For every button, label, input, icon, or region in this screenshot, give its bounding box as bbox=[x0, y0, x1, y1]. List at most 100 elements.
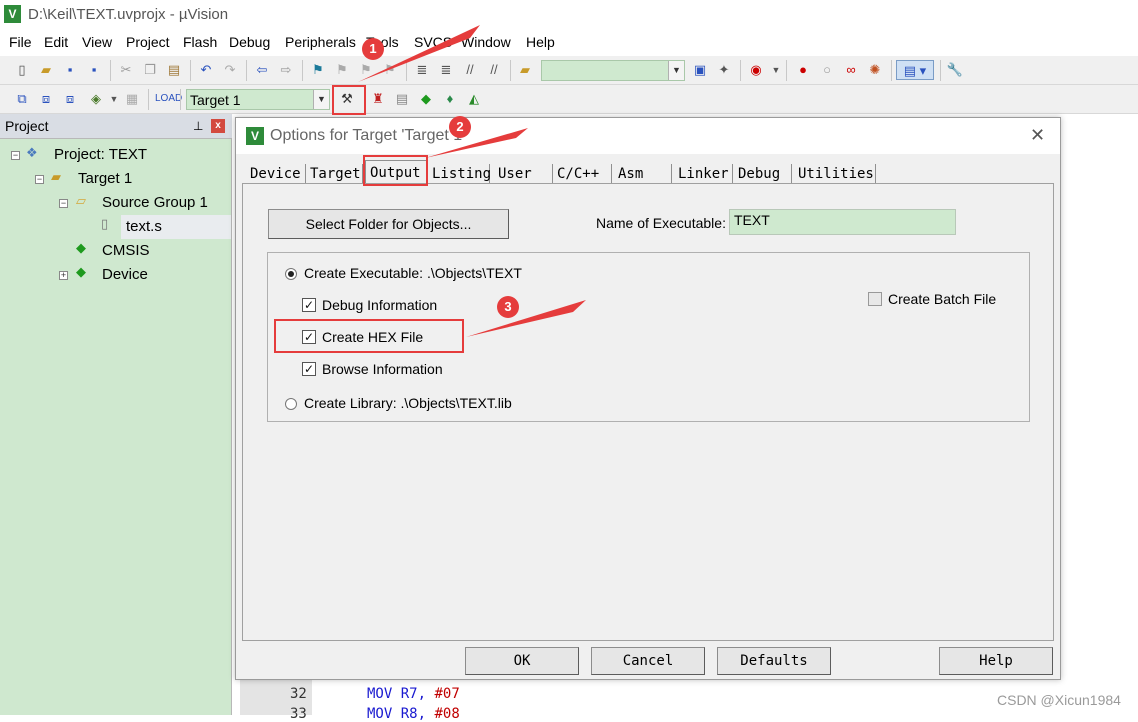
select-packs-icon[interactable]: ◆ bbox=[416, 89, 436, 109]
chevron-down-icon[interactable]: ▼ bbox=[104, 89, 124, 109]
tab-device[interactable]: Device bbox=[246, 164, 306, 184]
executable-name-input[interactable]: TEXT bbox=[729, 209, 956, 235]
find-combo[interactable]: ▼ bbox=[541, 60, 685, 81]
tab-cpp[interactable]: C/C++ bbox=[553, 164, 612, 184]
unindent-icon[interactable]: ≣ bbox=[436, 60, 456, 80]
copy-icon[interactable]: ❐ bbox=[140, 60, 160, 80]
create-executable-radio[interactable] bbox=[285, 268, 297, 280]
save-all-icon[interactable]: ▪ bbox=[84, 60, 104, 80]
view-windows-icon[interactable]: ▤ ▾ bbox=[896, 60, 934, 80]
bookmark-icon[interactable]: ⚑ bbox=[308, 60, 328, 80]
defaults-button[interactable]: Defaults bbox=[717, 647, 831, 675]
tab-user[interactable]: User bbox=[494, 164, 553, 184]
chevron-down-icon[interactable]: ▼ bbox=[313, 90, 329, 109]
tree-collapse-icon[interactable]: − bbox=[11, 151, 20, 160]
breakpoint-icon[interactable]: ● bbox=[793, 60, 813, 80]
breakpoint-disable-all-icon[interactable]: ∞ bbox=[841, 60, 861, 80]
target-select[interactable]: Target 1 ▼ bbox=[186, 89, 330, 110]
pin-icon[interactable]: ⊥ bbox=[193, 119, 203, 133]
undo-icon[interactable]: ↶ bbox=[196, 60, 216, 80]
batch-build-icon[interactable]: ◈ bbox=[86, 89, 106, 109]
create-batch-file-checkbox[interactable] bbox=[868, 292, 882, 306]
download-icon[interactable]: LOAD bbox=[155, 89, 182, 109]
menu-help[interactable]: Help bbox=[526, 34, 555, 50]
tab-linker[interactable]: Linker bbox=[674, 164, 733, 184]
tree-item-source-group[interactable]: Source Group 1 bbox=[102, 192, 208, 214]
manage-components-icon[interactable]: ♜ bbox=[368, 89, 388, 109]
tab-asm[interactable]: Asm bbox=[614, 164, 672, 184]
redo-icon[interactable]: ↷ bbox=[220, 60, 240, 80]
menu-debug[interactable]: Debug bbox=[229, 34, 270, 50]
tree-collapse-icon[interactable]: − bbox=[59, 199, 68, 208]
tree-collapse-icon[interactable]: − bbox=[35, 175, 44, 184]
tree-item-project[interactable]: Project: TEXT bbox=[54, 144, 147, 166]
pack-installer-icon[interactable]: ♦ bbox=[440, 89, 460, 109]
bookmark-prev-icon[interactable]: ⚑ bbox=[332, 60, 352, 80]
debug-information-checkbox[interactable]: ✓ bbox=[302, 298, 316, 312]
cut-icon[interactable]: ✂ bbox=[116, 60, 136, 80]
breakpoint-kill-icon[interactable]: ✺ bbox=[865, 60, 885, 80]
tree-item-file[interactable]: text.s bbox=[126, 216, 162, 238]
menu-view[interactable]: View bbox=[82, 34, 112, 50]
menu-project[interactable]: Project bbox=[126, 34, 170, 50]
tree-item-device[interactable]: Device bbox=[102, 264, 148, 286]
rebuild-icon[interactable]: ⧈ bbox=[60, 89, 80, 109]
tree-item-cmsis[interactable]: CMSIS bbox=[102, 240, 150, 262]
code-opcode: MOV bbox=[367, 686, 393, 702]
bookmark-clear-icon[interactable]: ⚑ bbox=[380, 60, 400, 80]
comment-icon[interactable]: // bbox=[460, 60, 480, 80]
file-extensions-icon[interactable]: ▤ bbox=[392, 89, 412, 109]
tab-target[interactable]: Target bbox=[306, 164, 363, 184]
open-icon[interactable]: ▰ bbox=[36, 60, 56, 80]
build-icon[interactable]: ⧈ bbox=[36, 89, 56, 109]
chevron-down-icon[interactable]: ▼ bbox=[668, 61, 684, 80]
tab-utilities[interactable]: Utilities bbox=[794, 164, 876, 184]
nav-back-icon[interactable]: ⇦ bbox=[252, 60, 272, 80]
create-hex-file-checkbox[interactable]: ✓ bbox=[302, 330, 316, 344]
target-options-icon[interactable]: ⚒ bbox=[337, 89, 357, 109]
menu-flash[interactable]: Flash bbox=[183, 34, 217, 50]
toolbar-separator bbox=[246, 60, 247, 81]
breakpoint-disable-icon[interactable]: ○ bbox=[817, 60, 837, 80]
ok-button[interactable]: OK bbox=[465, 647, 579, 675]
open-folder-icon[interactable]: ▰ bbox=[515, 60, 535, 80]
tab-listing[interactable]: Listing bbox=[428, 164, 491, 184]
stop-build-icon[interactable]: ▦ bbox=[122, 89, 142, 109]
tab-debug[interactable]: Debug bbox=[734, 164, 792, 184]
chevron-down-icon[interactable]: ▼ bbox=[766, 60, 786, 80]
tree-expand-icon[interactable]: + bbox=[59, 271, 68, 280]
configure-icon[interactable]: 🔧 bbox=[945, 60, 965, 80]
close-icon[interactable]: x bbox=[211, 119, 225, 133]
dialog-title: Options for Target 'Target 1' bbox=[270, 127, 466, 144]
browse-information-checkbox[interactable]: ✓ bbox=[302, 362, 316, 376]
translate-icon[interactable]: ⧉ bbox=[12, 89, 32, 109]
menu-edit[interactable]: Edit bbox=[44, 34, 68, 50]
toolbar-separator bbox=[148, 89, 149, 110]
menu-svcs[interactable]: SVCS bbox=[414, 34, 452, 50]
menu-window[interactable]: Window bbox=[461, 34, 511, 50]
tab-output[interactable]: Output bbox=[365, 160, 428, 184]
find-in-files-icon[interactable]: ▣ bbox=[690, 60, 710, 80]
paste-icon[interactable]: ▤ bbox=[164, 60, 184, 80]
file-icon: ▯ bbox=[101, 216, 109, 231]
menu-file[interactable]: File bbox=[9, 34, 32, 50]
manage-run-icon[interactable]: ◭ bbox=[464, 89, 484, 109]
bookmark-next-icon[interactable]: ⚑ bbox=[356, 60, 376, 80]
uncomment-icon[interactable]: // bbox=[484, 60, 504, 80]
tree-item-target[interactable]: Target 1 bbox=[78, 168, 132, 190]
create-library-radio[interactable] bbox=[285, 398, 297, 410]
close-icon[interactable]: ✕ bbox=[1030, 125, 1045, 146]
select-folder-button[interactable]: Select Folder for Objects... bbox=[268, 209, 509, 239]
code-line: MOV R7, #07 bbox=[367, 686, 460, 702]
cancel-button[interactable]: Cancel bbox=[591, 647, 705, 675]
debug-start-icon[interactable]: ◉ bbox=[746, 60, 766, 80]
menu-peripherals[interactable]: Peripherals bbox=[285, 34, 356, 50]
save-icon[interactable]: ▪ bbox=[60, 60, 80, 80]
new-file-icon[interactable]: ▯ bbox=[12, 60, 32, 80]
menu-tools[interactable]: Tools bbox=[366, 34, 399, 50]
indent-icon[interactable]: ≣ bbox=[412, 60, 432, 80]
incremental-find-icon[interactable]: ✦ bbox=[714, 60, 734, 80]
target-folder-icon: ▰ bbox=[51, 169, 61, 184]
help-button[interactable]: Help bbox=[939, 647, 1053, 675]
nav-forward-icon[interactable]: ⇨ bbox=[276, 60, 296, 80]
